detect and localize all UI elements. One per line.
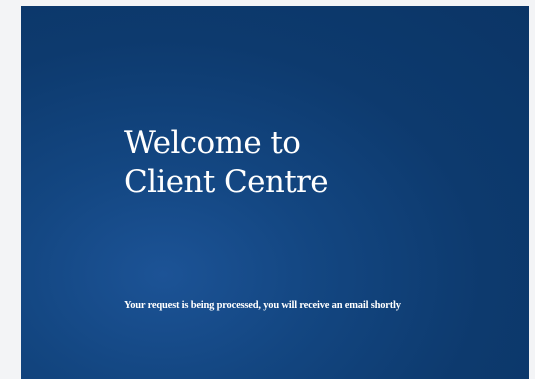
welcome-title: Welcome to Client Centre <box>124 124 329 202</box>
page: Welcome to Client Centre Your request is… <box>0 0 535 379</box>
welcome-title-line-2: Client Centre <box>124 164 329 200</box>
welcome-title-line-1: Welcome to <box>124 125 301 161</box>
processing-message: Your request is being processed, you wil… <box>124 300 401 311</box>
welcome-panel: Welcome to Client Centre Your request is… <box>21 6 529 379</box>
